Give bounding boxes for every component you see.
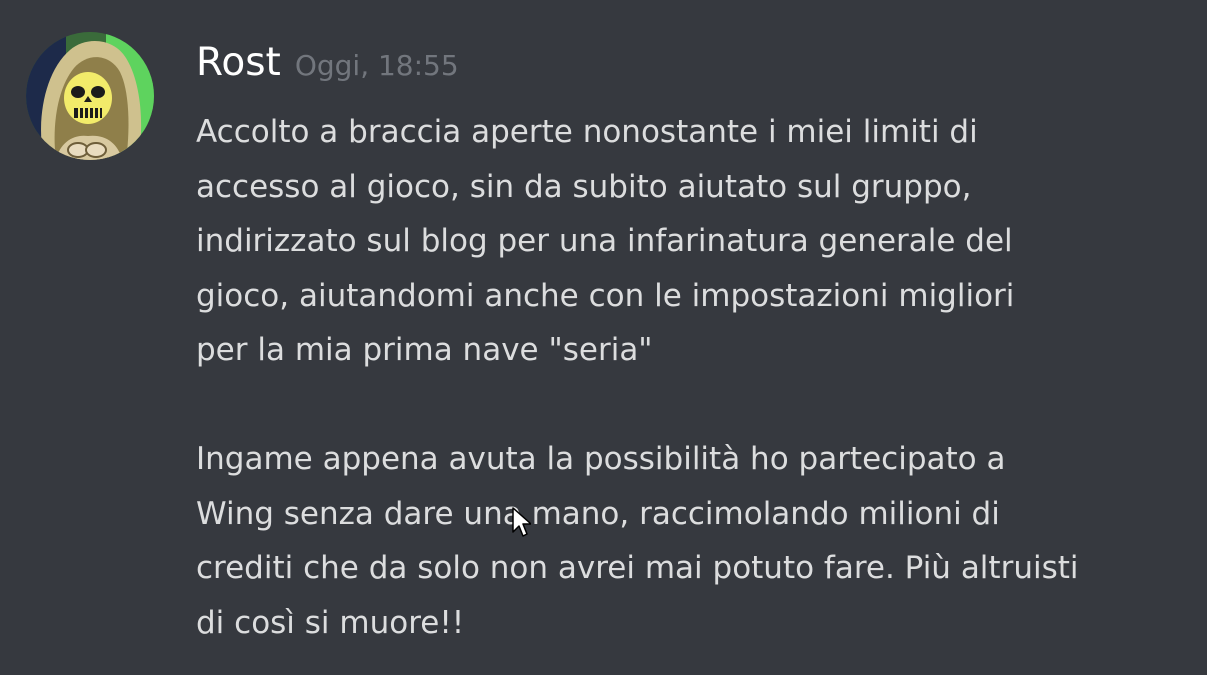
message-line: accesso al gioco, sin da subito aiutato … (196, 168, 972, 205)
mouse-pointer-icon (512, 507, 531, 537)
message-line: di così si muore!! (196, 604, 465, 641)
message-line: Accolto a braccia aperte nonostante i mi… (196, 114, 978, 150)
skeletor-avatar-icon (26, 32, 154, 160)
message-content: Accolto a braccia aperte nonostante i mi… (196, 105, 1186, 650)
message-line: indirizzato sul blog per una infarinatur… (196, 223, 1013, 259)
timestamp: Oggi, 18:55 (294, 49, 459, 82)
chat-message: Rost Oggi, 18:55 Accolto a braccia aperte… (0, 0, 1207, 675)
message-line: Ingame appena avuta la possibilità ho pa… (196, 441, 1006, 477)
message-line: per la mia prima nave "seria" (196, 332, 653, 368)
user-avatar[interactable] (26, 32, 154, 160)
message-header: Rost Oggi, 18:55 (196, 40, 459, 85)
username[interactable]: Rost (196, 40, 281, 85)
message-line: crediti che da solo non avrei mai potuto… (196, 550, 1079, 586)
message-line: gioco, aiutandomi anche con le impostazi… (196, 277, 1015, 314)
message-line: Wing senza dare una mano, raccimolando m… (196, 495, 1000, 532)
